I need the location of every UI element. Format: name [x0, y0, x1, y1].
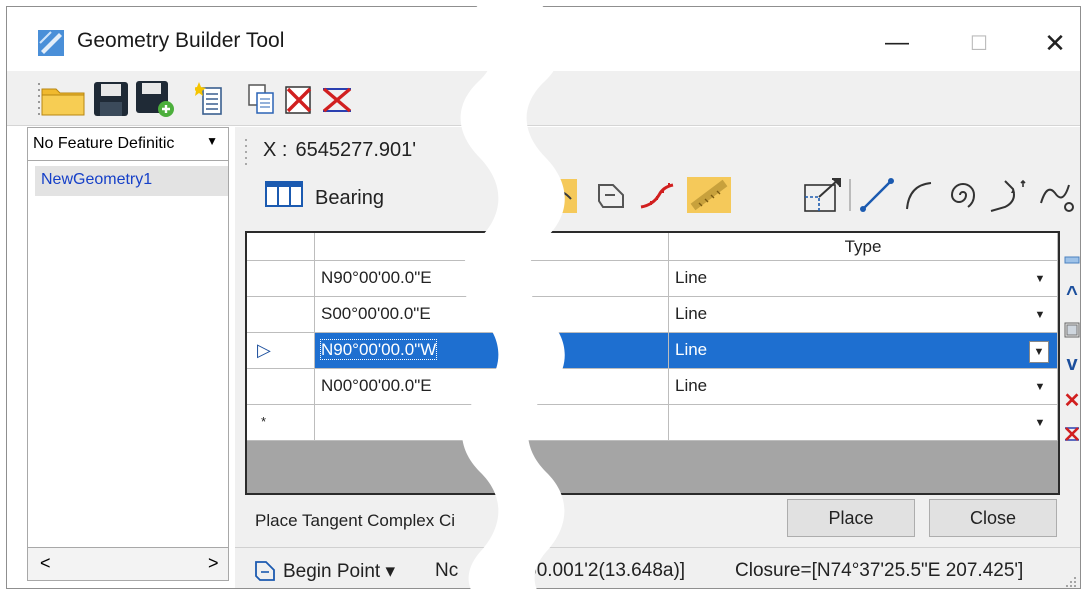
edit-row-icon[interactable] — [1063, 317, 1080, 343]
new-definition-icon[interactable] — [193, 79, 227, 119]
title-bar: Geometry Builder Tool — ☐ ✕ — [7, 7, 1080, 67]
type-cell[interactable]: Line ▼ — [669, 369, 1058, 405]
maximize-button[interactable]: ☐ — [954, 23, 1004, 63]
delete-icon[interactable] — [281, 79, 315, 119]
measure-ruler-icon[interactable] — [685, 175, 733, 215]
resize-grip-icon[interactable] — [1065, 576, 1077, 588]
toolbar-separator — [849, 179, 851, 211]
row-tools: ^ v ✕ — [1063, 233, 1080, 493]
table-row[interactable]: S00°00'00.0"E Line ▼ — [247, 297, 1058, 333]
status-fragment-left: Nc — [435, 560, 459, 581]
reverse-curve-icon[interactable] — [1035, 175, 1075, 215]
delete-row-icon[interactable]: ✕ — [1063, 387, 1080, 413]
bearing-cell[interactable]: N90°00'00.0"E — [315, 261, 669, 297]
copy-icon[interactable] — [245, 79, 277, 119]
x-value: 6545277.901' — [295, 139, 417, 161]
input-mode-label: Bearing — [315, 187, 384, 209]
offset-shape-icon[interactable] — [593, 175, 629, 215]
spiral-red-icon[interactable] — [637, 175, 677, 215]
x-label: X : — [263, 139, 288, 161]
arc-tool-icon[interactable] — [901, 175, 937, 215]
type-cell[interactable]: Line ▼ — [669, 333, 1058, 369]
table-row-new[interactable]: * ▼ — [247, 405, 1058, 441]
row-header[interactable] — [247, 261, 315, 297]
begin-point-icon — [255, 561, 275, 581]
current-row-marker-icon[interactable]: ▷ — [247, 333, 315, 369]
close-window-button[interactable]: ✕ — [1030, 23, 1080, 63]
table-row[interactable]: N90°00'00.0"E Line ▼ — [247, 261, 1058, 297]
feature-definition-value: No Feature Definitic — [33, 135, 175, 152]
x-coordinate-readout: X : 6545277.901' — [263, 139, 416, 162]
status-fragment-right: 4500.001'2(13.648a)] — [505, 560, 686, 581]
chevron-down-icon[interactable]: ▼ — [1031, 305, 1049, 325]
row-header[interactable] — [247, 297, 315, 333]
save-icon[interactable] — [91, 79, 131, 119]
geometry-list-item[interactable]: NewGeometry1 — [35, 166, 228, 196]
minimize-button[interactable]: — — [872, 23, 922, 63]
feature-tree-pane: No Feature Definitic ▼ NewGeometry1 < > — [27, 127, 229, 581]
panel-grip — [243, 137, 249, 167]
command-prompt: Place Tangent Complex Ci — [255, 511, 456, 530]
bearing-cell[interactable]: N00°00'00.0"E — [315, 369, 669, 405]
scroll-left-button[interactable]: < — [40, 553, 51, 574]
type-cell[interactable]: ▼ — [669, 405, 1058, 441]
insert-row-icon[interactable] — [1063, 247, 1080, 273]
point-label-fragment: int — [491, 135, 513, 157]
spiral-tool-icon[interactable] — [943, 175, 983, 215]
place-button[interactable]: Place — [787, 499, 915, 537]
main-toolbar — [7, 71, 1080, 126]
chevron-down-icon[interactable]: ▼ — [1031, 413, 1049, 433]
type-cell[interactable]: Line ▼ — [669, 261, 1058, 297]
table-row-selected[interactable]: ▷ N90°00'00.0"W Line ▼ — [247, 333, 1058, 369]
row-header[interactable] — [247, 369, 315, 405]
grid-corner-header — [247, 233, 315, 261]
move-up-icon[interactable]: ^ — [1063, 281, 1080, 307]
bearing-cell[interactable]: N90°00'00.0"W — [315, 333, 669, 369]
column-header-bearing[interactable]: B — [315, 233, 669, 261]
line-tool-icon[interactable] — [857, 175, 897, 215]
curve-transition-icon[interactable] — [987, 175, 1031, 215]
chevron-down-icon[interactable]: ▼ — [1031, 377, 1049, 397]
close-button[interactable]: Close — [929, 499, 1057, 537]
scroll-right-button[interactable]: > — [208, 553, 219, 574]
column-header-type[interactable]: Type — [669, 233, 1058, 261]
chevron-down-icon[interactable]: ▼ — [1029, 341, 1049, 363]
open-folder-icon[interactable] — [39, 79, 87, 119]
delete-all-icon[interactable] — [319, 79, 355, 119]
table-row[interactable]: N00°00'00.0"E Line ▼ — [247, 369, 1058, 405]
delete-all-rows-icon[interactable] — [1063, 421, 1080, 447]
save-as-icon[interactable] — [133, 79, 177, 119]
geometry-editor-pane: X : 6545277.901' int Bearing B Type N90°0… — [235, 127, 1080, 588]
curve-fit-icon[interactable] — [533, 175, 579, 215]
chevron-down-icon: ▼ — [206, 134, 218, 148]
status-bar: Begin Point ▾ Nc 4500.001'2(13.648a)] Cl… — [235, 547, 1080, 588]
chevron-down-icon[interactable]: ▼ — [1031, 269, 1049, 289]
feature-definition-dropdown[interactable]: No Feature Definitic ▼ — [28, 128, 228, 161]
begin-point-dropdown[interactable]: Begin Point ▾ — [283, 560, 395, 583]
place-point-icon[interactable] — [801, 175, 847, 215]
move-down-icon[interactable]: v — [1063, 351, 1080, 377]
segment-grid: B Type N90°00'00.0"E Line ▼ S00°00'00.0"E… — [245, 231, 1060, 495]
geometry-builder-window: Geometry Builder Tool — ☐ ✕ No Feature D… — [6, 6, 1081, 589]
bearing-cell[interactable]: S00°00'00.0"E — [315, 297, 669, 333]
type-cell[interactable]: Line ▼ — [669, 297, 1058, 333]
closure-readout: Closure=[N74°37'25.5"E 207.425'] — [735, 560, 1024, 581]
bearing-cell[interactable] — [315, 405, 669, 441]
columns-icon[interactable] — [265, 179, 303, 209]
app-icon — [38, 30, 64, 56]
window-title: Geometry Builder Tool — [77, 29, 285, 52]
horizontal-scrollbar[interactable]: < > — [28, 547, 228, 580]
new-row-marker-icon[interactable]: * — [247, 405, 315, 441]
